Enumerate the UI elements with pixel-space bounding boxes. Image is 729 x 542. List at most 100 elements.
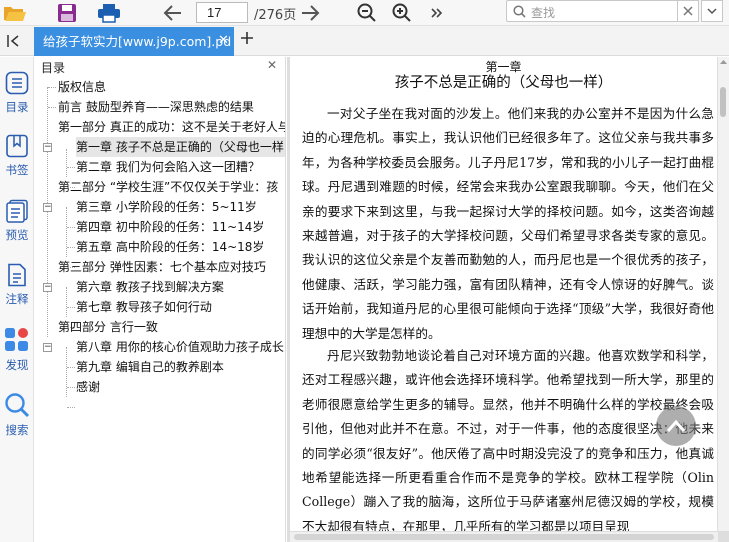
horizontal-scroll-thumb[interactable]: [294, 534, 714, 540]
tree-guide-line: [48, 107, 56, 108]
arrow-left-icon: [163, 5, 181, 21]
rail-item-search[interactable]: 搜索: [0, 392, 34, 438]
close-icon: [683, 6, 693, 16]
chapter-title: 孩子不总是正确的（父母也一样）: [394, 75, 613, 91]
expand-toggle[interactable]: −: [43, 203, 52, 212]
arrow-right-icon: [302, 5, 320, 21]
tree-guide-line: [66, 347, 67, 397]
collapse-left-icon: [7, 35, 19, 47]
outline-item[interactable]: 第九章 编辑自己的教养剧本: [76, 357, 224, 377]
search-placeholder: 查找: [531, 6, 556, 20]
more-tools-button[interactable]: [423, 1, 449, 25]
rail-label: 目录: [5, 100, 29, 114]
side-rail: 目录 书签 预览 注释 发现 搜索: [0, 57, 34, 542]
zoom-out-button[interactable]: [354, 1, 380, 25]
page-total-label: /276页: [254, 8, 297, 23]
outline-header: 目录 ✕: [35, 57, 285, 75]
outline-item[interactable]: 第五章 高中阶段的任务：14~18岁: [76, 237, 264, 257]
outline-item[interactable]: 第八章 用你的核心价值观助力孩子成长: [76, 337, 284, 357]
rail-item-discover[interactable]: 发现: [0, 327, 34, 373]
outline-item[interactable]: 第三章 小学阶段的任务：5~11岁: [76, 197, 257, 217]
rail-item-preview[interactable]: 预览: [0, 199, 34, 243]
outline-item[interactable]: 第四部分 言行一致: [58, 317, 158, 337]
outline-close-button[interactable]: ✕: [267, 58, 277, 72]
outline-item-selected[interactable]: 第一章 孩子不总是正确的（父母也一样: [76, 137, 285, 157]
expand-toggle[interactable]: −: [43, 343, 52, 352]
outline-item[interactable]: 第三部分 弹性因素：七个基本应对技巧: [58, 257, 266, 277]
contents-icon: [5, 71, 29, 95]
rail-label: 发现: [5, 358, 29, 372]
search-icon: [513, 5, 526, 18]
double-chevron-right-icon: [431, 8, 443, 18]
annotation-icon: [8, 263, 26, 287]
outline-title: 目录: [41, 61, 66, 75]
rail-label: 预览: [5, 228, 29, 242]
vertical-scroll-thumb[interactable]: [720, 87, 726, 117]
tab-close-button[interactable]: ✕: [218, 33, 229, 48]
tree-guide-line: [66, 287, 67, 317]
horizontal-scrollbar[interactable]: [290, 531, 718, 542]
tree-guide-line: [67, 407, 75, 408]
rail-label: 注释: [5, 292, 29, 306]
tree-guide-line: [67, 387, 75, 388]
outline-item[interactable]: 第六章 教孩子找到解决方案: [76, 277, 224, 297]
tree-guide-line: [67, 167, 75, 168]
outline-item[interactable]: 感谢: [76, 377, 100, 397]
expand-toggle[interactable]: −: [43, 143, 52, 152]
tree-guide-line: [67, 307, 75, 308]
tree-guide-line: [67, 367, 75, 368]
document-viewport[interactable]: 第一章 孩子不总是正确的（父母也一样） 一对父子坐在我对面的沙发上。他们来我的办…: [287, 57, 729, 542]
outline-item[interactable]: 第四章 初中阶段的任务：11~14岁: [76, 217, 264, 237]
bookmark-icon: [6, 134, 28, 158]
document-page: 第一章 孩子不总是正确的（父母也一样） 一对父子坐在我对面的沙发上。他们来我的办…: [290, 57, 717, 531]
tree-guide-line: [66, 149, 67, 177]
chevron-down-icon: [707, 8, 717, 15]
next-page-button[interactable]: [297, 1, 323, 25]
preview-icon: [6, 199, 28, 223]
search-options-dropdown[interactable]: [701, 0, 723, 22]
rail-item-bookmarks[interactable]: 书签: [0, 134, 34, 178]
outline-item[interactable]: 第二部分 “学校生涯”不仅仅关于学业：孩: [58, 177, 278, 197]
rail-label: 书签: [5, 163, 29, 177]
scroll-up-arrow-icon: [720, 60, 727, 64]
tree-guide-line: [67, 227, 75, 228]
vertical-scrollbar[interactable]: [718, 57, 729, 531]
body-paragraph: 一对父子坐在我对面的沙发上。他们来我的办公室并不是因为什么急迫的心理危机。事实上…: [302, 106, 714, 341]
outline-item[interactable]: 第七章 教导孩子如何行动: [76, 297, 212, 317]
outline-item[interactable]: 版权信息: [58, 77, 106, 97]
outline-item[interactable]: 前言 鼓励型养育——深思熟虑的结果: [58, 97, 254, 117]
tree-guide-line: [48, 87, 56, 88]
body-paragraph: 丹尼兴致勃勃地谈论着自己对环境方面的兴趣。他喜欢数学和科学，还对工程感兴趣，或许…: [302, 348, 714, 531]
back-to-top-button[interactable]: [656, 406, 696, 446]
folder-icon: [4, 7, 26, 21]
new-tab-button[interactable]: [240, 29, 254, 50]
previous-page-button[interactable]: [160, 1, 186, 25]
save-button[interactable]: [54, 1, 80, 25]
search-icon: [5, 393, 30, 418]
tree-guide-line: [66, 207, 67, 257]
tab-bar: 给孩子软实力[www.j9p.com].pd: [0, 26, 729, 56]
page-number-input[interactable]: 17: [196, 2, 248, 23]
expand-toggle[interactable]: −: [43, 283, 52, 292]
zoom-out-icon: [357, 3, 376, 22]
main-toolbar: 17 /276页 查找: [0, 0, 729, 26]
zoom-in-button[interactable]: [389, 1, 415, 25]
rail-label: 搜索: [5, 423, 29, 437]
tree-guide-line: [67, 247, 75, 248]
search-input[interactable]: 查找: [506, 0, 698, 22]
rail-item-annotations[interactable]: 注释: [0, 263, 34, 307]
outline-item[interactable]: 第一部分 真正的成功：这不是关于老好人与: [58, 117, 285, 137]
tree-guide-line: [47, 87, 48, 337]
open-folder-button[interactable]: [2, 1, 28, 25]
outline-item[interactable]: 第二章 我们为何会陷入这一团糟？: [76, 157, 260, 177]
outline-panel: 目录 ✕ − − − − 版权信息 前言 鼓励型养育——深思熟虑的结果 第一部分…: [35, 57, 286, 542]
save-icon: [58, 4, 76, 22]
printer-icon: [98, 4, 120, 23]
rail-item-contents[interactable]: 目录: [0, 71, 34, 115]
chevron-up-icon: [666, 419, 686, 432]
print-button[interactable]: [96, 1, 122, 25]
document-tab[interactable]: 给孩子软实力[www.j9p.com].pd: [34, 27, 234, 56]
toggle-sidebar-button[interactable]: [2, 30, 26, 52]
search-clear-button[interactable]: [677, 0, 699, 22]
plus-icon: [241, 32, 253, 44]
